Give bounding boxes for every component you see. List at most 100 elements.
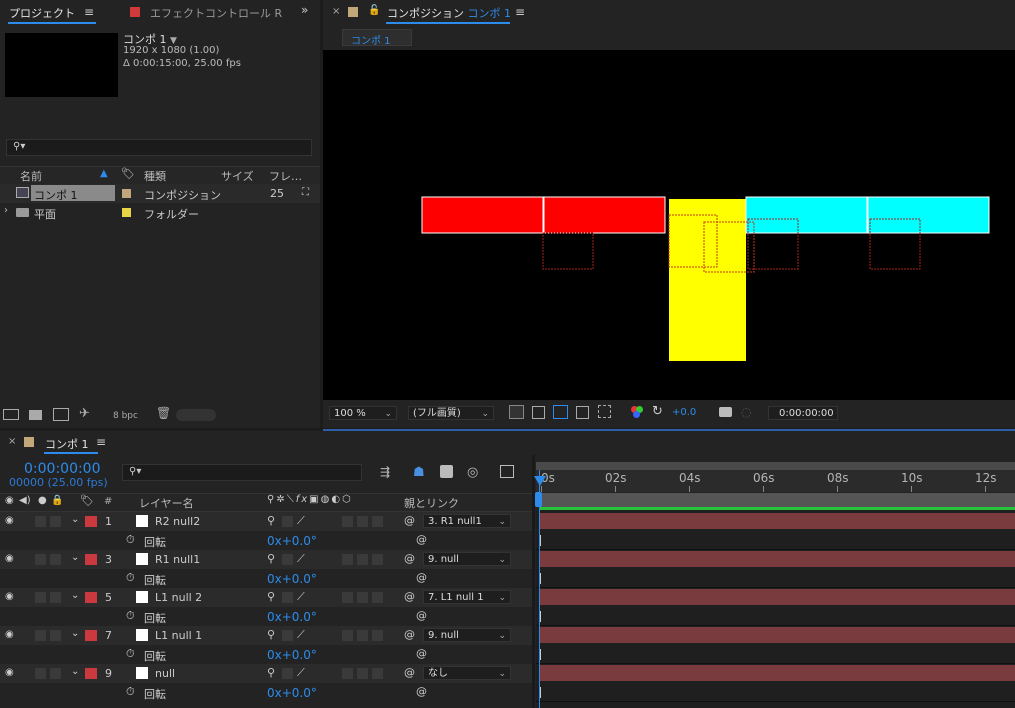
layer-label-color[interactable] [85, 554, 97, 565]
layer-name[interactable]: L1 null 2 [155, 591, 202, 604]
snapshot-camera-icon[interactable] [719, 407, 732, 417]
frame-blending-icon[interactable] [440, 465, 453, 478]
effect-switch[interactable] [342, 516, 353, 527]
trash-icon[interactable]: 🗑 [156, 406, 171, 420]
tab-effect-controls[interactable]: エフェクトコントロール R [150, 5, 282, 21]
show-snapshot-icon[interactable]: ◌ [741, 405, 751, 419]
rotation-value[interactable]: 0x+0.0° [267, 534, 317, 548]
parent-dropdown[interactable]: 3. R1 null1 ⌄ [423, 514, 511, 528]
quality-switch-icon[interactable]: ⟋ [297, 628, 305, 642]
region-of-interest-icon[interactable] [576, 406, 589, 419]
pick-whip-icon[interactable]: @ [404, 514, 415, 527]
solo-toggle[interactable] [35, 516, 46, 527]
panel-menu-icon[interactable]: ≡ [84, 5, 94, 19]
layer-label-color[interactable] [85, 516, 97, 527]
eye-icon[interactable]: ◉ [5, 553, 14, 564]
layer-row[interactable]: ◉ ⌄ 1 R2 null2 ⚲ ⟋ @3. R1 null1 ⌄ [0, 512, 533, 531]
comp-viewer[interactable] [323, 50, 1015, 400]
layer-duration-bar[interactable] [540, 589, 1015, 605]
motion-blur-switch[interactable] [357, 592, 368, 603]
property-row[interactable]: ⏱ 回転 0x+0.0° @ [0, 531, 533, 550]
pick-whip-icon[interactable]: @ [404, 552, 415, 565]
shy-switch-icon[interactable]: ⚲ [267, 628, 275, 641]
property-row[interactable]: ⏱ 回転 0x+0.0° @ [0, 607, 533, 626]
quality-switch-icon[interactable]: ⟋ [297, 514, 305, 528]
reset-exposure-icon[interactable]: ↻ [652, 404, 663, 419]
stopwatch-icon[interactable]: ⏱ [126, 685, 135, 699]
shy-switch-icon[interactable]: ⚲ [267, 666, 275, 679]
lock-toggle[interactable] [50, 630, 61, 641]
motion-blur-switch[interactable] [357, 554, 368, 565]
pick-whip-icon[interactable]: @ [404, 666, 415, 679]
zoom-dropdown[interactable]: 100 % ⌄ [329, 406, 397, 420]
transparency-grid-icon[interactable] [532, 406, 545, 419]
shy-switch-icon[interactable]: ⚲ [267, 590, 275, 603]
lock-toggle[interactable] [50, 516, 61, 527]
parent-dropdown[interactable]: 7. L1 null 1 ⌄ [423, 590, 511, 604]
motion-blur-switch[interactable] [357, 668, 368, 679]
close-icon[interactable]: × [8, 436, 16, 447]
quality-switch-icon[interactable]: ⟋ [297, 590, 305, 604]
eye-icon[interactable]: ◉ [5, 667, 14, 678]
thumbnail-size-slider[interactable] [176, 409, 216, 421]
adjustment-switch[interactable] [372, 554, 383, 565]
lock-toggle[interactable] [50, 554, 61, 565]
flowchart-icon[interactable]: ⛶ [302, 187, 309, 198]
playhead-handle[interactable] [534, 476, 546, 486]
stopwatch-icon[interactable]: ⏱ [126, 609, 135, 623]
collapse-switch[interactable] [282, 554, 293, 565]
rotation-value[interactable]: 0x+0.0° [267, 686, 317, 700]
new-composition-icon[interactable] [53, 408, 69, 421]
layer-label-color[interactable] [85, 668, 97, 679]
layer-row[interactable]: ◉ ⌄ 5 L1 null 2 ⚲ ⟋ @7. L1 null 1 ⌄ [0, 588, 533, 607]
project-row-folder[interactable]: › 平面 フォルダー [0, 203, 320, 222]
stopwatch-icon[interactable]: ⏱ [126, 571, 135, 585]
video-eye-header-icon[interactable]: ◉ [5, 495, 14, 506]
graph-editor-icon[interactable] [500, 465, 514, 478]
panel-overflow-icon[interactable]: » [301, 3, 308, 17]
effect-switch[interactable] [342, 592, 353, 603]
solo-toggle[interactable] [35, 554, 46, 565]
column-type[interactable]: 種類 [144, 168, 166, 184]
pick-whip-icon[interactable]: @ [404, 590, 415, 603]
panel-menu-icon[interactable]: ≡ [515, 5, 525, 19]
eye-icon[interactable]: ◉ [5, 515, 14, 526]
shy-switch-icon[interactable]: ⚲ [267, 514, 275, 527]
panel-menu-icon[interactable]: ≡ [96, 435, 106, 449]
quality-switch-icon[interactable]: ⟋ [297, 552, 305, 566]
column-parent-link[interactable]: 親とリンク [404, 495, 459, 511]
chevron-down-icon[interactable]: ⌄ [71, 666, 79, 677]
fast-preview-icon[interactable] [509, 405, 524, 419]
chevron-down-icon[interactable]: ⌄ [71, 552, 79, 563]
pick-whip-icon[interactable]: @ [404, 628, 415, 641]
expression-pick-whip-icon[interactable]: @ [416, 647, 427, 660]
project-search-input[interactable]: ⚲▾ [6, 139, 312, 156]
timecode-display[interactable]: 0:00:00:00 [768, 406, 838, 420]
adjustment-switch[interactable] [372, 630, 383, 641]
comp-subtab[interactable]: コンポ 1 [342, 29, 412, 47]
layer-name[interactable]: null [155, 667, 175, 680]
layer-duration-bar[interactable] [540, 627, 1015, 643]
chevron-down-icon[interactable]: ⌄ [71, 514, 79, 525]
lock-toggle[interactable] [50, 668, 61, 679]
parent-dropdown[interactable]: 9. null ⌄ [423, 552, 511, 566]
collapse-switch[interactable] [282, 592, 293, 603]
layer-duration-bar[interactable] [540, 551, 1015, 567]
motion-blur-switch[interactable] [357, 516, 368, 527]
layer-name[interactable]: L1 null 1 [155, 629, 202, 642]
resolution-dropdown[interactable]: (フル画質) ⌄ [408, 406, 494, 420]
stopwatch-icon[interactable]: ⏱ [126, 533, 135, 547]
work-area-start-handle[interactable] [535, 492, 542, 507]
eye-icon[interactable]: ◉ [5, 629, 14, 640]
adjustment-switch[interactable] [372, 668, 383, 679]
property-row[interactable]: ⏱ 回転 0x+0.0° @ [0, 569, 533, 588]
property-row[interactable]: ⏱ 回転 0x+0.0° @ [0, 683, 533, 702]
quality-switch-icon[interactable]: ⟋ [297, 666, 305, 680]
stopwatch-icon[interactable]: ⏱ [126, 647, 135, 661]
collapse-switch[interactable] [282, 516, 293, 527]
interpret-footage-icon[interactable] [3, 409, 19, 420]
chevron-down-icon[interactable]: ⌄ [71, 628, 79, 639]
label-tag-icon[interactable]: 🏷 [80, 494, 94, 507]
column-layer-name[interactable]: レイヤー名 [139, 495, 194, 511]
render-queue-icon[interactable]: ✈ [79, 406, 90, 421]
